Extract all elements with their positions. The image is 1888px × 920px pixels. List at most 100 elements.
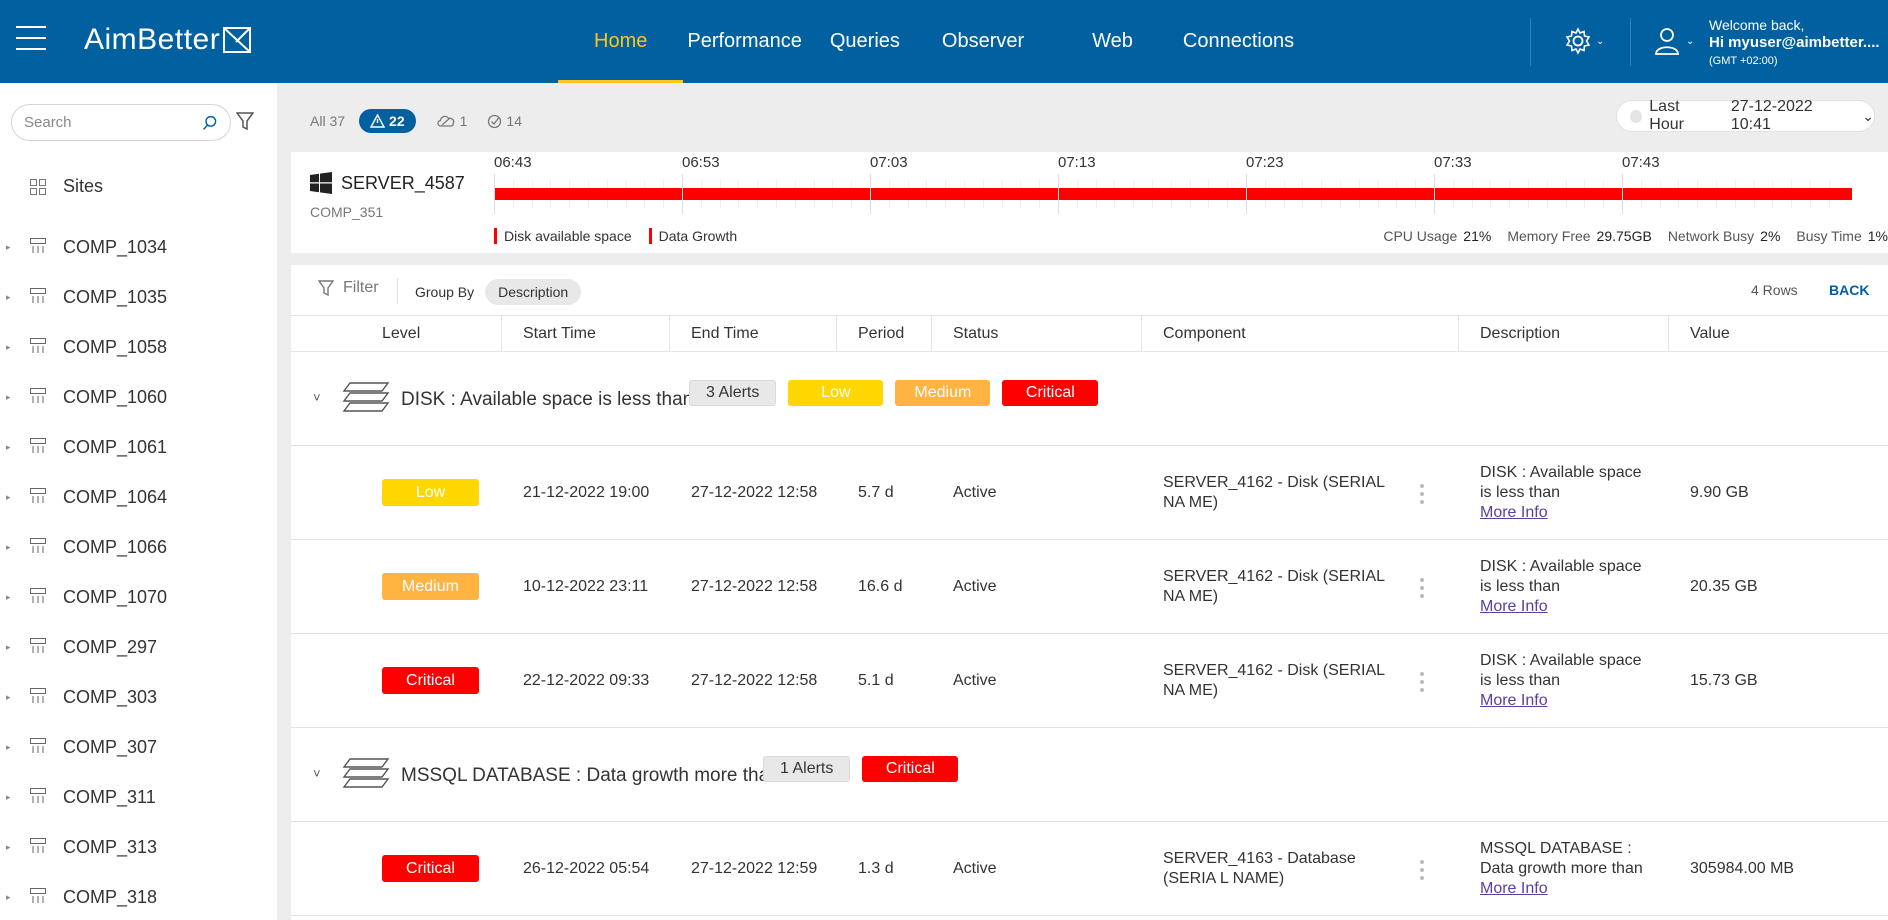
alert-timeline[interactable]: 06:43 06:53 07:03 07:13 07:23 07:33 07:43: [494, 152, 1866, 232]
nav-connections[interactable]: Connections: [1173, 0, 1310, 83]
column-header[interactable]: Value: [1690, 316, 1730, 351]
expand-triangle-icon[interactable]: ▸: [6, 742, 11, 753]
filter-alerts[interactable]: 22: [359, 109, 416, 133]
legend-item: Data Growth: [648, 228, 737, 244]
column-header[interactable]: Start Time: [523, 316, 596, 351]
column-header[interactable]: Status: [953, 316, 998, 351]
alerts-count-badge[interactable]: 1 Alerts: [763, 756, 851, 782]
user-menu[interactable]: ⌄: [1654, 26, 1694, 56]
sidebar-item[interactable]: ▸ COMP_318: [0, 872, 277, 920]
sidebar-item[interactable]: ▸ COMP_297: [0, 622, 277, 672]
column-header[interactable]: Period: [858, 316, 904, 351]
settings-menu[interactable]: ⌄: [1564, 26, 1606, 56]
nav-home[interactable]: Home: [558, 0, 684, 83]
component-cell: SERVER_4162 - Disk (SERIAL NA ME): [1163, 661, 1385, 699]
back-button[interactable]: BACK: [1829, 282, 1869, 298]
sidebar-item[interactable]: ▸ COMP_1058: [0, 322, 277, 372]
time-range-picker[interactable]: Last Hour 27-12-2022 10:41 ⌄: [1616, 98, 1875, 133]
nav-web[interactable]: Web: [1062, 0, 1173, 83]
period-cell: 16.6 d: [858, 577, 903, 595]
sidebar-item[interactable]: ▸ COMP_313: [0, 822, 277, 872]
filter-cloud[interactable]: 1: [436, 113, 467, 129]
alert-group-row[interactable]: ˅ DISK : Available space is less than 3 Al…: [291, 352, 1888, 446]
expand-triangle-icon[interactable]: ▸: [6, 342, 11, 353]
status-cell: Active: [953, 671, 997, 689]
table-row[interactable]: Low 21-12-2022 19:00 27-12-2022 12:58 5.7 d…: [291, 446, 1888, 540]
sidebar-item[interactable]: ▸ COMP_1064: [0, 472, 277, 522]
filter-all[interactable]: All 37: [310, 113, 345, 129]
table-row[interactable]: Medium 10-12-2022 23:11 27-12-2022 12:58 16…: [291, 540, 1888, 634]
column-divider: [1141, 316, 1142, 351]
filter-resolved[interactable]: 14: [487, 113, 522, 129]
column-header[interactable]: Description: [1480, 316, 1560, 351]
hamburger-menu-icon[interactable]: [16, 26, 46, 50]
level-badge[interactable]: Medium: [895, 380, 991, 406]
sites-item[interactable]: Sites: [30, 176, 103, 197]
expand-triangle-icon[interactable]: ▸: [6, 792, 11, 803]
table-row[interactable]: Critical 26-12-2022 05:54 27-12-2022 12:59…: [291, 822, 1888, 916]
more-info-link[interactable]: More Info: [1480, 597, 1548, 617]
component-cell: SERVER_4162 - Disk (SERIAL NA ME): [1163, 473, 1385, 511]
timeline-alert-bar[interactable]: [494, 188, 1852, 200]
sidebar-item[interactable]: ▸ COMP_311: [0, 772, 277, 822]
filter-icon[interactable]: [235, 111, 255, 136]
nav-queries[interactable]: Queries: [810, 0, 926, 83]
expand-triangle-icon[interactable]: ▸: [6, 242, 11, 253]
nav-observer[interactable]: Observer: [926, 0, 1062, 83]
expand-triangle-icon[interactable]: ▸: [6, 392, 11, 403]
brand-logo[interactable]: AimBetter: [84, 22, 252, 58]
kebab-menu-icon[interactable]: [1420, 578, 1426, 602]
expand-triangle-icon[interactable]: ▸: [6, 892, 11, 903]
expand-triangle-icon[interactable]: ▸: [6, 542, 11, 553]
expand-triangle-icon[interactable]: ▸: [6, 592, 11, 603]
server-rack-icon: [30, 338, 46, 359]
search-input[interactable]: [24, 114, 194, 131]
sidebar-item[interactable]: ▸ COMP_1066: [0, 522, 277, 572]
sidebar-item[interactable]: ▸ COMP_303: [0, 672, 277, 722]
kebab-menu-icon[interactable]: [1420, 484, 1426, 508]
more-info-link[interactable]: More Info: [1480, 691, 1548, 711]
server-rack-icon: [30, 588, 46, 609]
search-icon[interactable]: [202, 113, 218, 133]
kebab-menu-icon[interactable]: [1420, 860, 1426, 884]
sidebar-item[interactable]: ▸ COMP_1035: [0, 272, 277, 322]
level-badge[interactable]: Low: [788, 380, 884, 406]
expand-triangle-icon[interactable]: ▸: [6, 292, 11, 303]
column-header[interactable]: Component: [1163, 316, 1246, 351]
more-info-link[interactable]: More Info: [1480, 503, 1548, 523]
time-range-date: 27-12-2022 10:41: [1730, 98, 1813, 133]
sidebar-item[interactable]: ▸ COMP_1034: [0, 222, 277, 272]
column-header[interactable]: End Time: [691, 316, 759, 351]
more-info-link[interactable]: More Info: [1480, 879, 1548, 899]
expand-triangle-icon[interactable]: ▸: [6, 642, 11, 653]
brand-envelope-icon: [223, 27, 252, 53]
group-by-chip[interactable]: Description: [485, 279, 582, 305]
grid-icon: [30, 178, 46, 195]
expand-triangle-icon[interactable]: ▸: [6, 492, 11, 503]
sidebar-item[interactable]: ▸ COMP_307: [0, 722, 277, 772]
chevron-down-icon[interactable]: ˅: [313, 390, 321, 405]
alerts-count-badge[interactable]: 3 Alerts: [689, 380, 777, 406]
sidebar-item[interactable]: ▸ COMP_1061: [0, 422, 277, 472]
sidebar-item[interactable]: ▸ COMP_1070: [0, 572, 277, 622]
sidebar-item[interactable]: ▸ COMP_1060: [0, 372, 277, 422]
check-circle-icon: [488, 114, 502, 128]
level-badge[interactable]: Critical: [862, 756, 959, 782]
column-header[interactable]: Level: [382, 316, 420, 351]
alert-group-row[interactable]: ˅ MSSQL DATABASE : Data growth more than 1…: [291, 728, 1888, 822]
timeline-gridline: [870, 174, 871, 214]
expand-triangle-icon[interactable]: ▸: [6, 842, 11, 853]
end-time-cell: 27-12-2022 12:58: [691, 671, 818, 689]
table-filter-button[interactable]: Filter: [318, 279, 379, 297]
level-badge[interactable]: Critical: [1002, 380, 1099, 406]
kebab-menu-icon[interactable]: [1420, 672, 1426, 696]
nav-performance[interactable]: Performance: [683, 0, 810, 83]
expand-triangle-icon[interactable]: ▸: [6, 692, 11, 703]
server-name[interactable]: SERVER_4587: [310, 172, 465, 194]
timeline-gridline: [1622, 174, 1623, 214]
stack-layers-icon: [342, 755, 390, 796]
table-row[interactable]: Critical 22-12-2022 09:33 27-12-2022 12:58…: [291, 634, 1888, 728]
timeline-gridline: [1058, 174, 1059, 214]
expand-triangle-icon[interactable]: ▸: [6, 442, 11, 453]
chevron-down-icon[interactable]: ˅: [313, 766, 321, 781]
